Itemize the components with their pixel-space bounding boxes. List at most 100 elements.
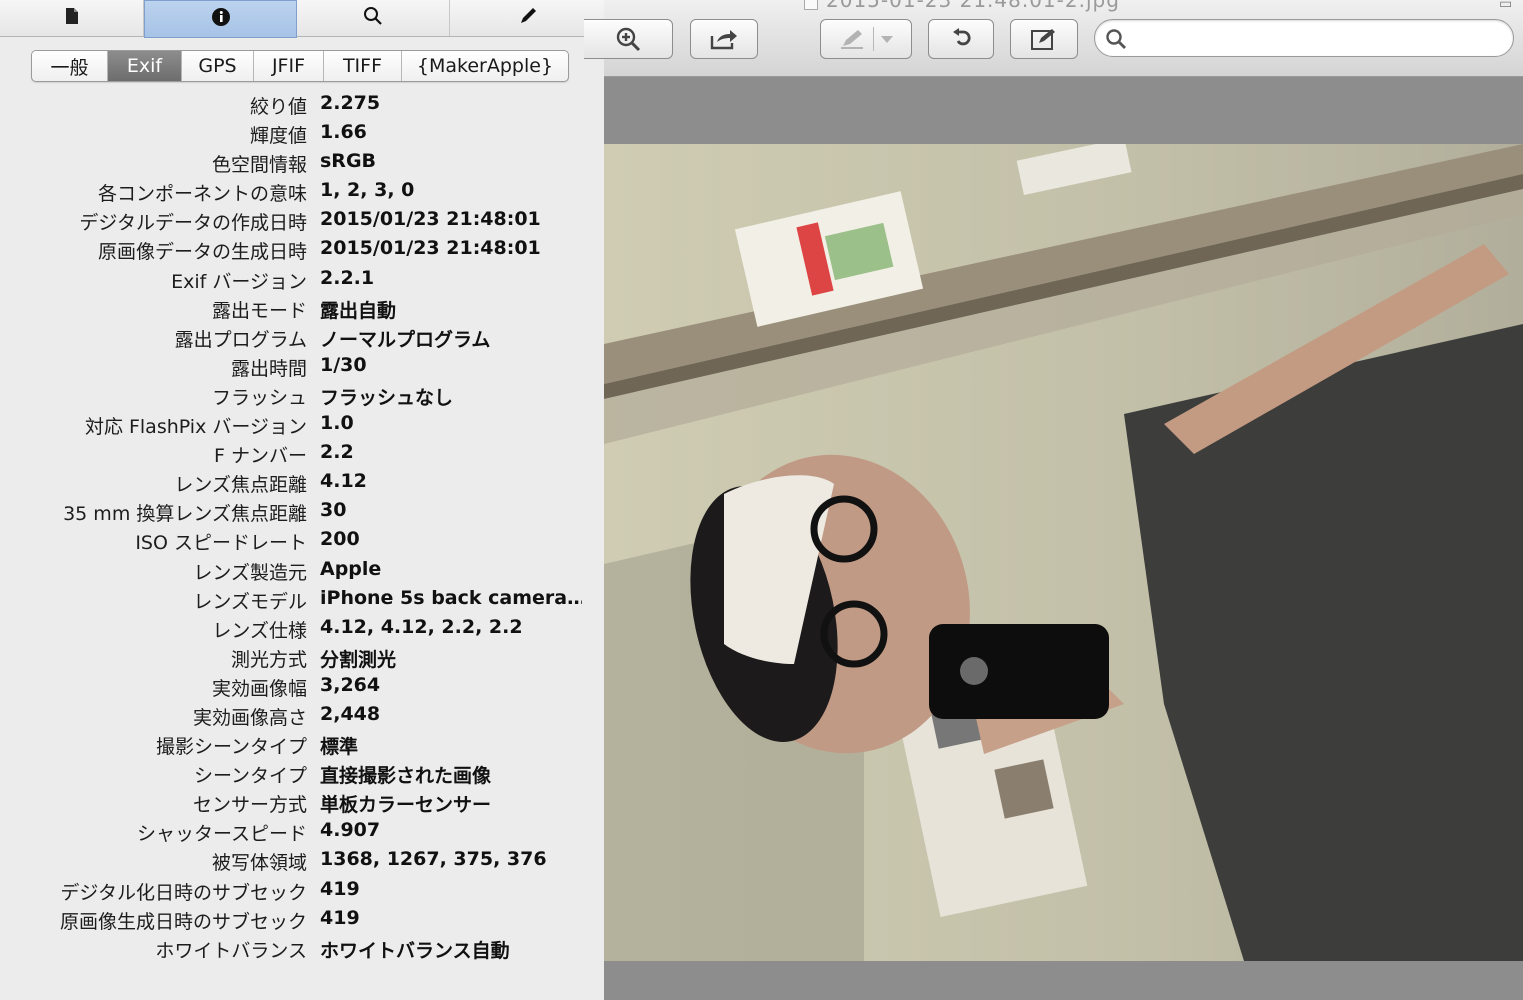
property-value[interactable]: 419 bbox=[320, 907, 360, 929]
property-value[interactable]: 分割測光 bbox=[320, 645, 396, 672]
property-value[interactable]: sRGB bbox=[320, 150, 376, 172]
property-row: センサー方式 単板カラーセンサー bbox=[0, 788, 604, 817]
property-key: 原画像データの生成日時 bbox=[97, 241, 307, 264]
property-key: 被写体領域 bbox=[211, 852, 307, 875]
property-value[interactable]: 30 bbox=[320, 499, 346, 521]
property-row: 実効画像幅 3,264 bbox=[0, 672, 604, 701]
property-value[interactable]: 1368, 1267, 375, 376 bbox=[320, 848, 547, 870]
property-key: レンズモデル bbox=[193, 590, 307, 613]
property-key: 絞り値 bbox=[249, 96, 307, 118]
property-value[interactable]: 4.907 bbox=[320, 819, 380, 841]
toolbar-toggle-icon[interactable]: ▭ bbox=[1499, 0, 1512, 12]
property-key: ホワイトバランス bbox=[155, 939, 307, 962]
zoom-in-button[interactable] bbox=[584, 19, 673, 59]
property-row: 露出モード 露出自動 bbox=[0, 294, 604, 323]
property-value[interactable]: 1.66 bbox=[320, 121, 367, 143]
property-value[interactable]: 単板カラーセンサー bbox=[320, 790, 491, 817]
window-title: 2015-01-23 21.48.01-2.jpg bbox=[804, 0, 1120, 12]
property-value[interactable]: 2.2.1 bbox=[320, 267, 374, 289]
markup-icon bbox=[839, 28, 867, 50]
property-value[interactable]: 4.12 bbox=[320, 470, 367, 492]
search-input[interactable] bbox=[1137, 26, 1501, 52]
rotate-icon bbox=[948, 26, 974, 52]
property-key: ISO スピードレート bbox=[135, 532, 307, 555]
property-value[interactable]: 1.0 bbox=[320, 412, 354, 434]
property-value[interactable]: フラッシュなし bbox=[320, 383, 453, 410]
property-value[interactable]: 3,264 bbox=[320, 674, 380, 696]
pen-icon bbox=[518, 6, 538, 30]
chevron-down-icon[interactable] bbox=[880, 34, 894, 44]
property-key: 実効画像高さ bbox=[192, 706, 307, 729]
property-value[interactable]: 2015/01/23 21:48:01 bbox=[320, 208, 541, 230]
property-value[interactable]: 露出自動 bbox=[320, 296, 396, 323]
property-key: 色空間情報 bbox=[211, 154, 307, 177]
segment-makerapple[interactable]: {MakerApple} bbox=[402, 51, 568, 81]
rotate-button[interactable] bbox=[928, 19, 994, 59]
segment-gps[interactable]: GPS bbox=[182, 51, 254, 81]
property-value[interactable]: 419 bbox=[320, 878, 360, 900]
tab-annotations[interactable] bbox=[450, 0, 606, 36]
property-row: 対応 FlashPix バージョン 1.0 bbox=[0, 410, 604, 439]
property-row: 絞り値 2.275 bbox=[0, 90, 604, 119]
tab-keywords[interactable] bbox=[297, 0, 450, 36]
property-key: 原画像生成日時のサブセック bbox=[59, 910, 307, 933]
property-value[interactable]: 2,448 bbox=[320, 703, 380, 725]
toolbar: 2015-01-23 21.48.01-2.jpg ▭ bbox=[584, 0, 1523, 77]
property-row: フラッシュ フラッシュなし bbox=[0, 381, 604, 410]
property-key: センサー方式 bbox=[192, 794, 307, 817]
property-row: ホワイトバランス ホワイトバランス自動 bbox=[0, 934, 604, 963]
inspector-tab-bar bbox=[0, 0, 606, 38]
property-key: Exif バージョン bbox=[171, 270, 307, 293]
markup-button[interactable] bbox=[820, 19, 912, 59]
property-row: レンズ焦点距離 4.12 bbox=[0, 468, 604, 497]
segment-tiff[interactable]: TIFF bbox=[324, 51, 402, 81]
markup-divider bbox=[872, 27, 874, 51]
property-value[interactable]: Apple bbox=[320, 558, 381, 580]
property-value[interactable]: ノーマルプログラム bbox=[320, 325, 490, 352]
window-title-text: 2015-01-23 21.48.01-2.jpg bbox=[826, 0, 1120, 12]
share-button[interactable] bbox=[690, 19, 758, 59]
property-value[interactable]: 4.12, 4.12, 2.2, 2.2 bbox=[320, 616, 523, 638]
edit-toolbar-button[interactable] bbox=[1010, 19, 1078, 59]
property-value[interactable]: 2.2 bbox=[320, 441, 354, 463]
property-row: 撮影シーンタイプ 標準 bbox=[0, 730, 604, 759]
property-row: レンズモデル iPhone 5s back camera… bbox=[0, 585, 604, 614]
property-value[interactable]: 200 bbox=[320, 528, 360, 550]
property-row: 各コンポーネントの意味 1, 2, 3, 0 bbox=[0, 177, 604, 206]
property-row: 被写体領域 1368, 1267, 375, 376 bbox=[0, 846, 604, 875]
property-value[interactable]: ホワイトバランス自動 bbox=[320, 936, 510, 963]
property-row: 色空間情報 sRGB bbox=[0, 148, 604, 177]
property-value[interactable]: 直接撮影された画像 bbox=[320, 761, 491, 788]
property-value[interactable]: 1/30 bbox=[320, 354, 367, 376]
exif-property-list: 絞り値 2.275 輝度値 1.66 色空間情報 sRGB 各コンポーネントの意味 1, 2,… bbox=[0, 90, 604, 963]
info-icon bbox=[211, 7, 231, 31]
property-key: F ナンバー bbox=[214, 445, 307, 468]
property-row: レンズ仕様 4.12, 4.12, 2.2, 2.2 bbox=[0, 614, 604, 643]
search-field[interactable] bbox=[1094, 19, 1514, 57]
document-proxy-icon[interactable] bbox=[804, 0, 818, 10]
property-row: シャッタースピード 4.907 bbox=[0, 817, 604, 846]
property-key: 露出モード bbox=[211, 299, 307, 322]
property-value[interactable]: 2.275 bbox=[320, 92, 380, 114]
document-icon bbox=[65, 7, 79, 29]
property-value[interactable]: 標準 bbox=[320, 732, 358, 759]
property-row: 露出時間 1/30 bbox=[0, 352, 604, 381]
property-value[interactable]: iPhone 5s back camera… bbox=[320, 587, 582, 609]
search-icon bbox=[363, 6, 383, 30]
tab-more-info[interactable] bbox=[144, 0, 297, 38]
property-row: 輝度値 1.66 bbox=[0, 119, 604, 148]
photo-image bbox=[604, 144, 1523, 961]
preview-window: 2015-01-23 21.48.01-2.jpg ▭ bbox=[584, 0, 1523, 1000]
segment-exif[interactable]: Exif bbox=[108, 51, 182, 81]
tab-general-info[interactable] bbox=[0, 0, 144, 36]
property-value[interactable]: 1, 2, 3, 0 bbox=[320, 179, 414, 201]
property-key: 各コンポーネントの意味 bbox=[97, 183, 307, 206]
metadata-segmented-control: 一般 Exif GPS JFIF TIFF {MakerApple} bbox=[31, 50, 569, 82]
segment-jfif[interactable]: JFIF bbox=[254, 51, 324, 81]
property-key: 輝度値 bbox=[249, 125, 307, 148]
segment-general[interactable]: 一般 bbox=[32, 51, 108, 81]
inspector-panel: 一般 Exif GPS JFIF TIFF {MakerApple} 絞り値 2.275 輝度… bbox=[0, 0, 605, 1000]
property-key: フラッシュ bbox=[211, 386, 307, 409]
property-value[interactable]: 2015/01/23 21:48:01 bbox=[320, 237, 541, 259]
property-key: 35 mm 換算レンズ焦点距離 bbox=[63, 503, 307, 526]
